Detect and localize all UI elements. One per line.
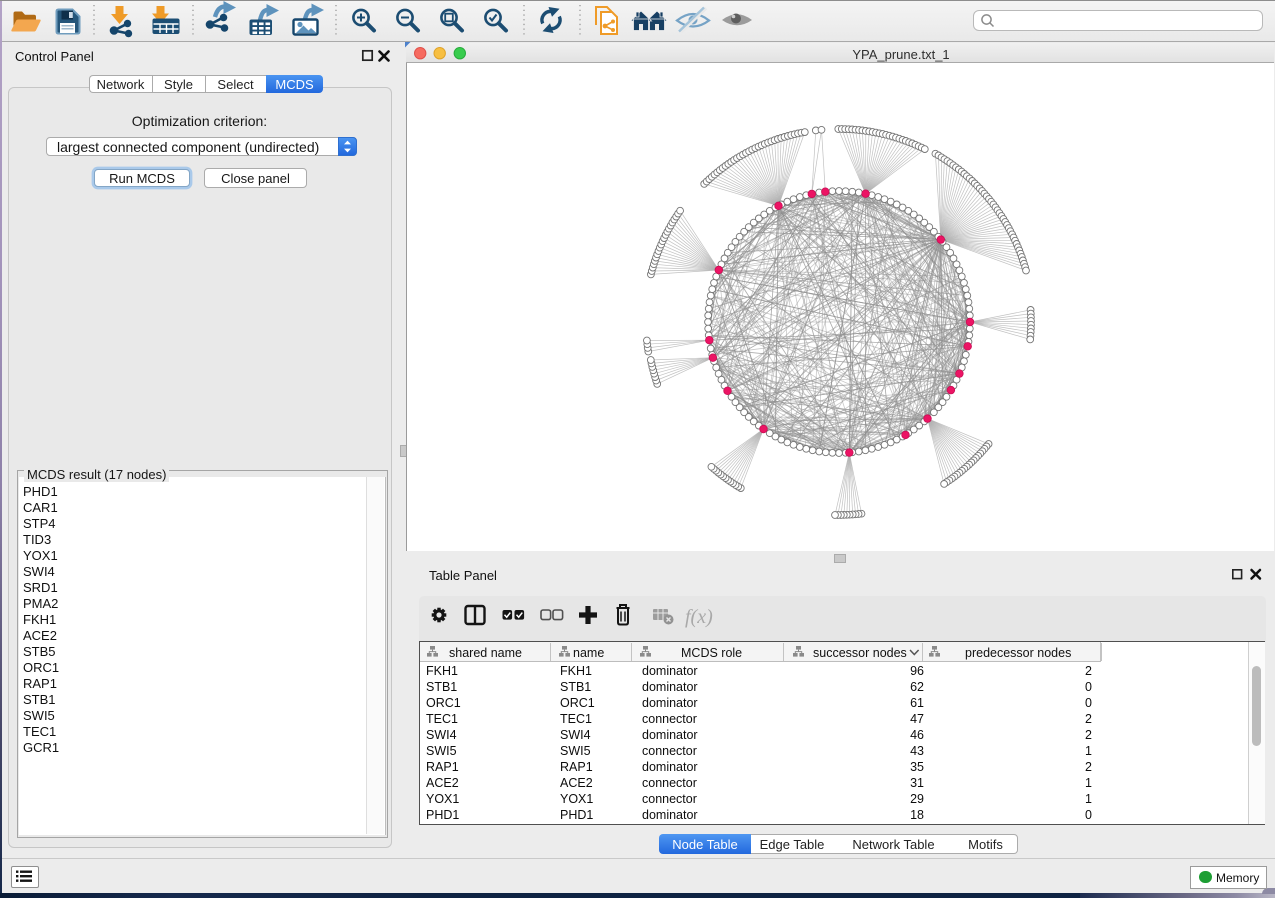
svg-text:f(x): f(x): [685, 606, 713, 628]
